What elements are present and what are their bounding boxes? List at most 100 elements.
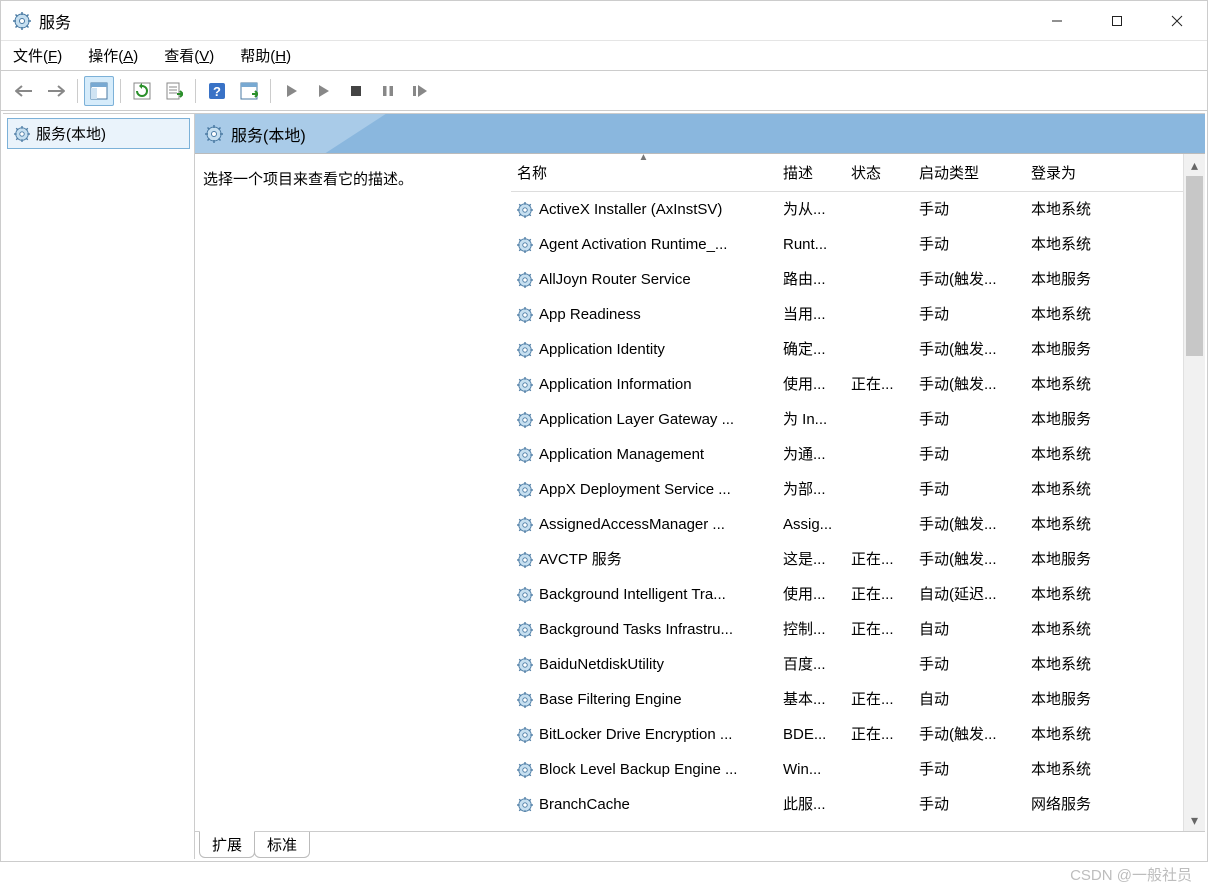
column-header-name[interactable]: 名称 ▲	[511, 154, 777, 191]
tree-item-services-local[interactable]: 服务(本地)	[7, 118, 190, 149]
service-desc: 使用...	[777, 579, 845, 610]
service-logon: 本地服务	[1025, 264, 1137, 295]
gear-icon	[517, 692, 533, 708]
menu-help[interactable]: 帮助(H)	[236, 43, 295, 68]
minimize-button[interactable]	[1027, 1, 1087, 41]
svg-text:?: ?	[213, 84, 221, 99]
tab-extend[interactable]: 扩展	[199, 831, 255, 858]
service-name: AVCTP 服务	[539, 544, 622, 575]
tree-pane: 服务(本地)	[3, 114, 195, 859]
gear-icon	[517, 377, 533, 393]
table-header: 名称 ▲ 描述 状态 启动类型 登录为	[511, 154, 1183, 192]
scroll-thumb[interactable]	[1186, 176, 1203, 356]
table-row[interactable]: AVCTP 服务这是...正在...手动(触发...本地服务	[511, 542, 1183, 577]
table-row[interactable]: BranchCache此服...手动网络服务	[511, 787, 1183, 812]
column-header-desc[interactable]: 描述	[777, 154, 845, 191]
table-row[interactable]: BitLocker Drive Encryption ...BDE...正在..…	[511, 717, 1183, 752]
table-row[interactable]: AllJoyn Router Service路由...手动(触发...本地服务	[511, 262, 1183, 297]
services-table: 名称 ▲ 描述 状态 启动类型 登录为 ActiveX Installer (A…	[511, 154, 1205, 831]
service-desc: 为通...	[777, 439, 845, 470]
service-name: App Readiness	[539, 299, 641, 330]
table-row[interactable]: ActiveX Installer (AxInstSV)为从...手动本地系统	[511, 192, 1183, 227]
service-name: AppX Deployment Service ...	[539, 474, 731, 505]
client-area: 服务(本地) 服务(本地) 选择一个项目来查看它的描述。	[3, 113, 1205, 859]
service-startup: 手动	[913, 194, 1025, 225]
table-row[interactable]: Application Information使用...正在...手动(触发..…	[511, 367, 1183, 402]
service-desc: BDE...	[777, 719, 845, 750]
maximize-button[interactable]	[1087, 1, 1147, 41]
service-startup: 手动(触发...	[913, 509, 1025, 540]
table-row[interactable]: Application Layer Gateway ...为 In...手动本地…	[511, 402, 1183, 437]
start-service-button[interactable]	[277, 76, 307, 106]
toolbar-divider	[77, 79, 78, 103]
menu-action[interactable]: 操作(A)	[84, 43, 142, 68]
window-controls	[1027, 1, 1207, 41]
menu-view[interactable]: 查看(V)	[160, 43, 218, 68]
service-desc: 为部...	[777, 474, 845, 505]
help-button[interactable]: ?	[202, 76, 232, 106]
service-logon: 本地系统	[1025, 474, 1137, 505]
service-logon: 本地系统	[1025, 509, 1137, 540]
table-row[interactable]: Block Level Backup Engine ...Win...手动本地系…	[511, 752, 1183, 787]
column-header-startup[interactable]: 启动类型	[913, 154, 1025, 191]
gear-icon	[517, 797, 533, 813]
service-logon: 本地系统	[1025, 369, 1137, 400]
forward-button[interactable]	[41, 76, 71, 106]
service-startup: 自动	[913, 684, 1025, 715]
stop-service-button[interactable]	[341, 76, 371, 106]
service-logon: 本地服务	[1025, 544, 1137, 575]
right-content: 选择一个项目来查看它的描述。 名称 ▲ 描述 状态 启动类型 登录为	[195, 154, 1205, 831]
table-row[interactable]: App Readiness当用...手动本地系统	[511, 297, 1183, 332]
service-startup: 手动	[913, 474, 1025, 505]
column-header-logon[interactable]: 登录为	[1025, 154, 1137, 191]
gear-icon	[517, 482, 533, 498]
service-name: Block Level Backup Engine ...	[539, 754, 737, 785]
close-button[interactable]	[1147, 1, 1207, 41]
scroll-down-icon[interactable]: ▾	[1184, 809, 1205, 831]
table-row[interactable]: Base Filtering Engine基本...正在...自动本地服务	[511, 682, 1183, 717]
service-startup: 手动	[913, 649, 1025, 680]
watermark: CSDN @一般社员	[1070, 864, 1192, 885]
export-list-button[interactable]	[159, 76, 189, 106]
column-header-status[interactable]: 状态	[845, 154, 913, 191]
table-row[interactable]: Application Identity确定...手动(触发...本地服务	[511, 332, 1183, 367]
service-desc: 当用...	[777, 299, 845, 330]
service-logon: 本地系统	[1025, 229, 1137, 260]
service-desc: Win...	[777, 754, 845, 785]
service-logon: 本地系统	[1025, 579, 1137, 610]
table-row[interactable]: BaiduNetdiskUtility百度...手动本地系统	[511, 647, 1183, 682]
properties-button[interactable]	[234, 76, 264, 106]
service-logon: 本地系统	[1025, 299, 1137, 330]
table-row[interactable]: Background Tasks Infrastru...控制...正在...自…	[511, 612, 1183, 647]
show-hide-tree-button[interactable]	[84, 76, 114, 106]
scroll-up-icon[interactable]: ▴	[1184, 154, 1205, 176]
tab-standard[interactable]: 标准	[254, 832, 310, 858]
service-logon: 本地系统	[1025, 439, 1137, 470]
table-row[interactable]: AppX Deployment Service ... 为部... 手动本地系统	[511, 472, 1183, 507]
gear-icon	[517, 762, 533, 778]
gear-icon	[517, 272, 533, 288]
service-desc: 为从...	[777, 194, 845, 225]
service-name: AllJoyn Router Service	[539, 264, 691, 295]
service-status: 正在...	[845, 544, 913, 575]
sort-asc-icon: ▲	[639, 154, 649, 163]
service-logon: 本地服务	[1025, 684, 1137, 715]
table-row[interactable]: Application Management为通...手动本地系统	[511, 437, 1183, 472]
pause-service-button[interactable]	[373, 76, 403, 106]
back-button[interactable]	[9, 76, 39, 106]
app-icon	[13, 12, 31, 30]
vertical-scrollbar[interactable]: ▴ ▾	[1183, 154, 1205, 831]
service-status: 正在...	[845, 369, 913, 400]
right-pane: 服务(本地) 选择一个项目来查看它的描述。 名称 ▲ 描述	[195, 114, 1205, 859]
toolbar-divider	[195, 79, 196, 103]
menu-file[interactable]: 文件(F)	[9, 43, 66, 68]
service-desc: 控制...	[777, 614, 845, 645]
start-service-alt-button[interactable]	[309, 76, 339, 106]
table-row[interactable]: Background Intelligent Tra...使用...正在...自…	[511, 577, 1183, 612]
service-logon: 本地系统	[1025, 194, 1137, 225]
gear-icon	[517, 552, 533, 568]
restart-service-button[interactable]	[405, 76, 435, 106]
table-row[interactable]: Agent Activation Runtime_...Runt...手动本地系…	[511, 227, 1183, 262]
refresh-button[interactable]	[127, 76, 157, 106]
table-row[interactable]: AssignedAccessManager ...Assig...手动(触发..…	[511, 507, 1183, 542]
